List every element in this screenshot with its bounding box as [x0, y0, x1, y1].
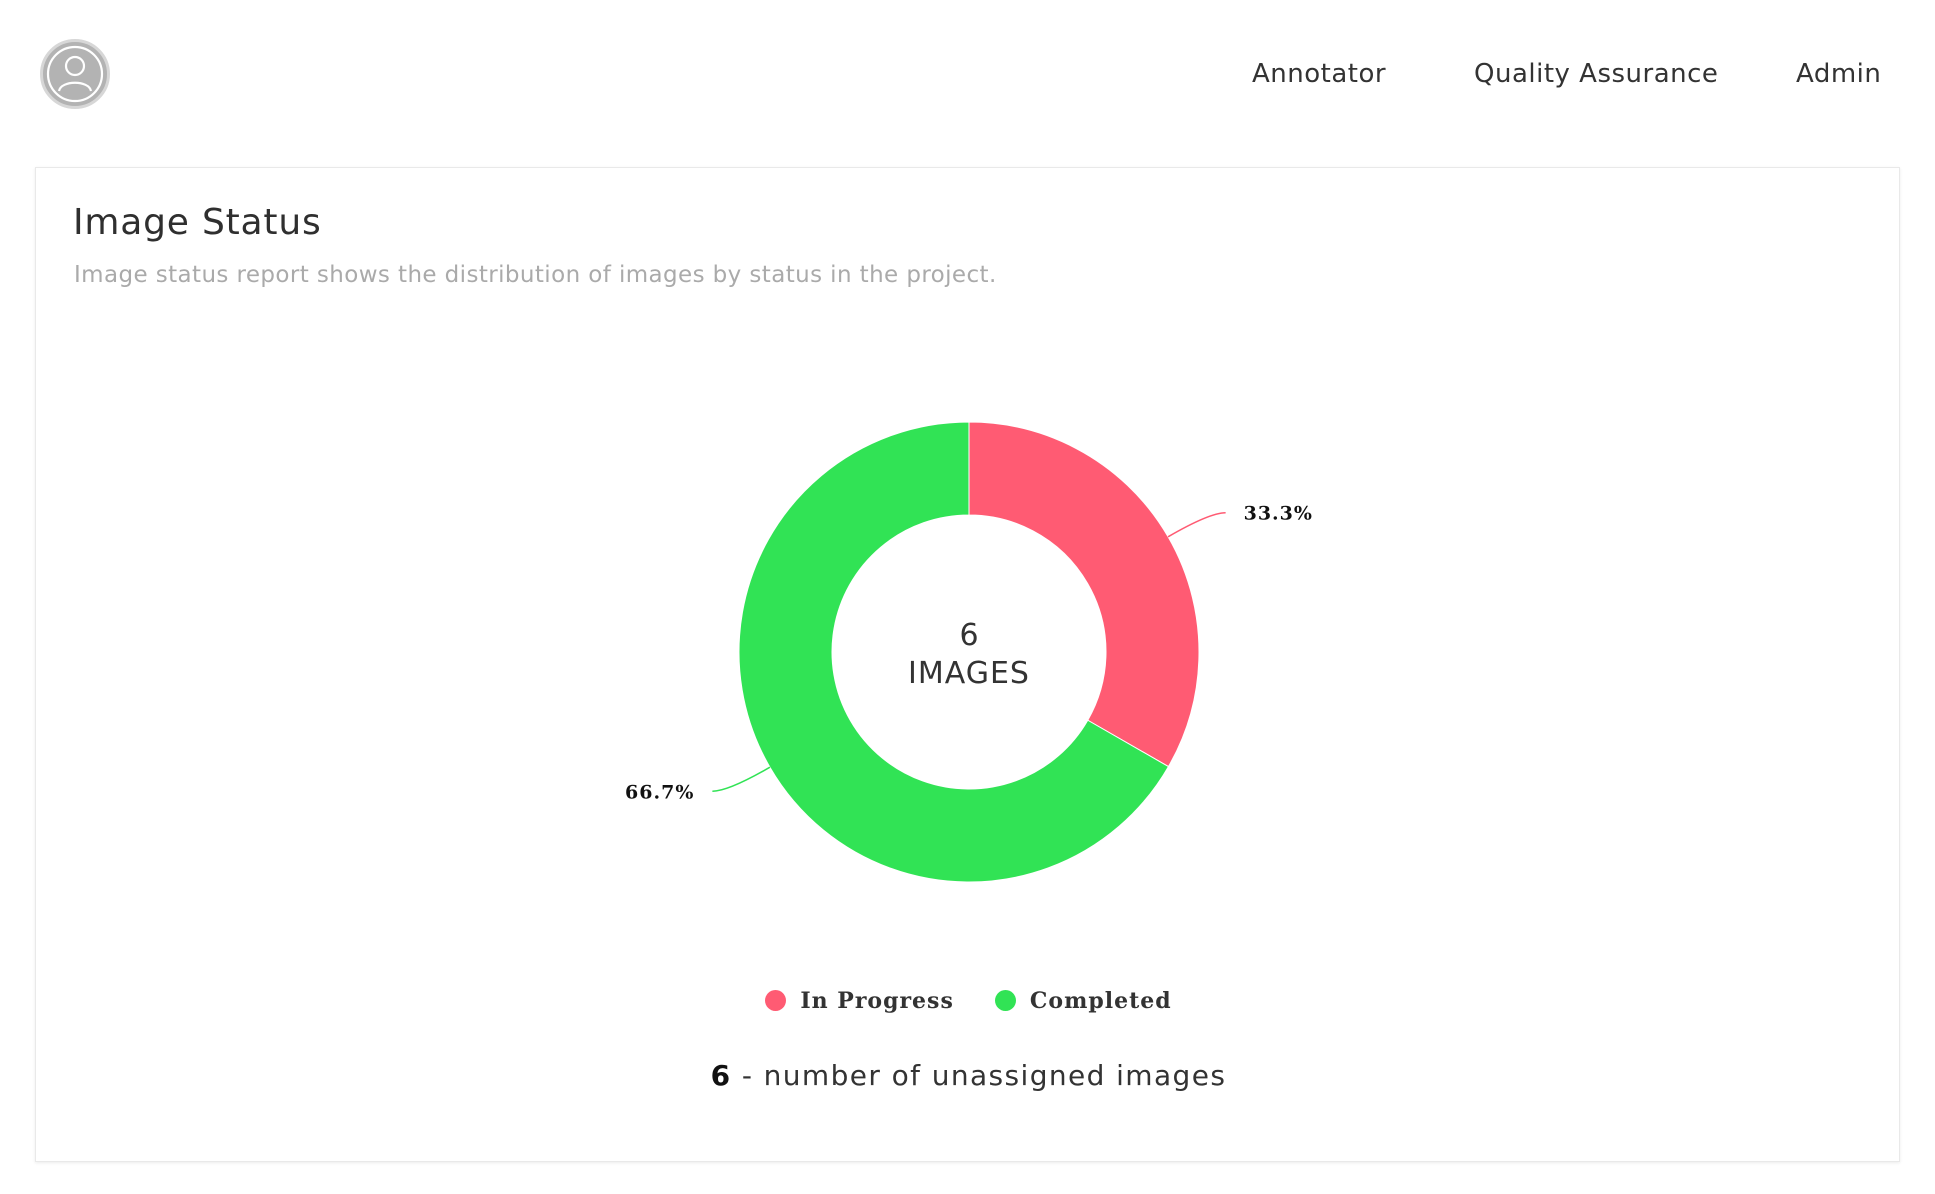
legend-label: Completed: [1029, 988, 1172, 1014]
unassigned-text: - number of unassigned images: [731, 1059, 1227, 1092]
donut-slice-in-progress[interactable]: [968, 421, 1200, 768]
nav-link-admin[interactable]: Admin: [1796, 56, 1881, 92]
slice-percentage-label: 66.7%: [625, 781, 694, 803]
donut-center-count: 6: [959, 618, 978, 653]
chart-legend: In Progress Completed: [36, 988, 1901, 1028]
nav-link-quality-assurance[interactable]: Quality Assurance: [1474, 56, 1718, 92]
user-icon: [46, 45, 104, 103]
unassigned-count: 6: [710, 1059, 732, 1092]
legend-item-completed[interactable]: Completed: [994, 988, 1172, 1014]
legend-swatch-completed: [994, 990, 1016, 1011]
slice-leader-line: [1167, 511, 1226, 538]
slice-percentage-label: 33.3%: [1244, 503, 1313, 525]
legend-item-in-progress[interactable]: In Progress: [765, 988, 954, 1014]
top-navigation-bar: Annotator Quality Assurance Admin: [0, 0, 1935, 150]
slice-leader-line: [712, 766, 771, 793]
image-status-card: Image Status Image status report shows t…: [35, 167, 1900, 1162]
nav-link-annotator[interactable]: Annotator: [1252, 56, 1386, 92]
legend-swatch-in-progress: [765, 990, 787, 1011]
user-avatar[interactable]: [40, 39, 110, 109]
unassigned-images-summary: 6 - number of unassigned images: [36, 1059, 1901, 1092]
donut-center-label: IMAGES: [908, 656, 1030, 691]
legend-label: In Progress: [800, 988, 954, 1014]
